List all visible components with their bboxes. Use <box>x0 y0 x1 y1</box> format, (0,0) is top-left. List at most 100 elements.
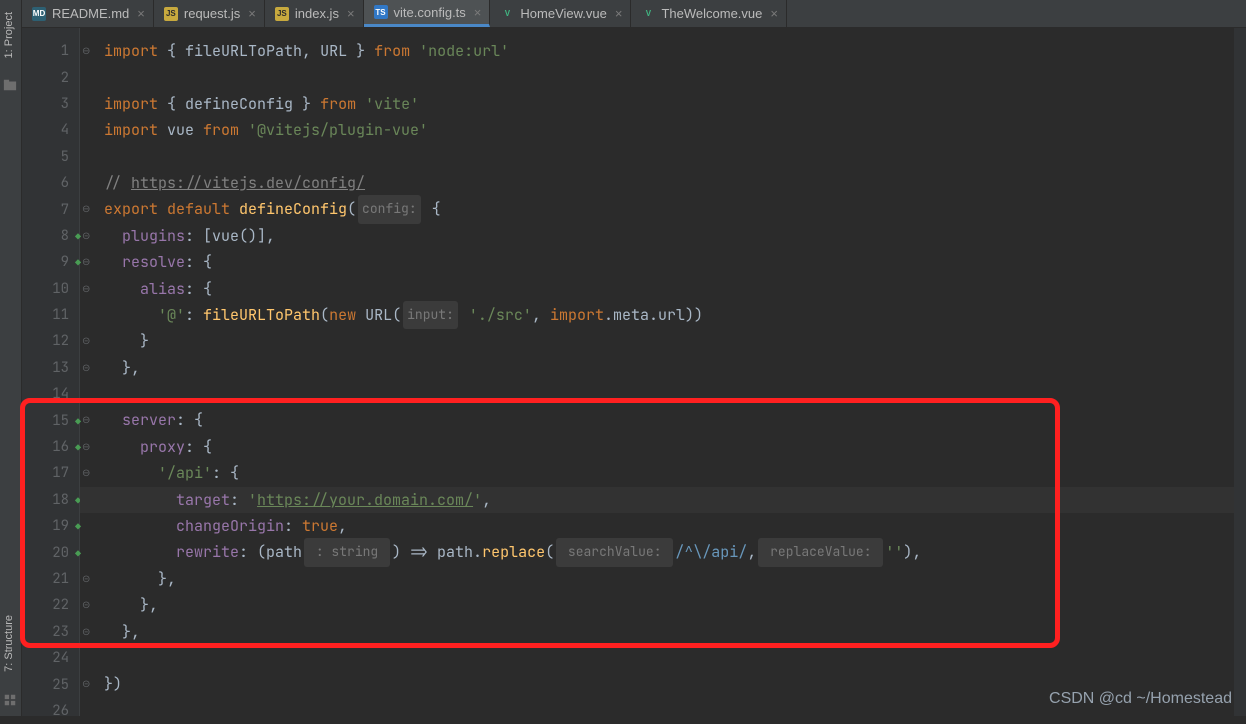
tab-label: TheWelcome.vue <box>661 6 762 21</box>
line-number: 20◆ <box>22 539 79 565</box>
code-line: ⊖ proxy: { <box>80 434 1246 460</box>
line-number: 18◆ <box>22 487 79 513</box>
code-editor[interactable]: 12345678◆9◆101112131415◆16◆1718◆19◆20◆21… <box>22 28 1246 716</box>
inlay-hint: searchValue: <box>556 538 673 566</box>
ts-icon: TS <box>374 5 388 19</box>
scrollbar[interactable] <box>1234 28 1246 716</box>
code-line <box>80 645 1246 671</box>
line-number: 23 <box>22 619 79 645</box>
code-line: target: 'https://your.domain.com/', <box>80 487 1246 513</box>
fold-icon[interactable]: ⊖ <box>82 434 90 460</box>
inlay-hint: input: <box>403 301 458 329</box>
fold-icon[interactable]: ⊝ <box>82 619 90 645</box>
code-line: ⊝ }, <box>80 592 1246 618</box>
code-line: ⊖ server: { <box>80 407 1246 433</box>
close-icon[interactable]: × <box>347 6 355 21</box>
markdown-icon: MD <box>32 7 46 21</box>
tab-label: HomeView.vue <box>520 6 606 21</box>
vue-icon: V <box>500 7 514 21</box>
close-icon[interactable]: × <box>770 6 778 21</box>
close-icon[interactable]: × <box>615 6 623 21</box>
fold-icon[interactable]: ⊝ <box>82 566 90 592</box>
close-icon[interactable]: × <box>248 6 256 21</box>
fold-icon[interactable]: ⊖ <box>82 249 90 275</box>
editor-tab-bar: MD README.md × JS request.js × JS index.… <box>22 0 1246 28</box>
line-number: 1 <box>22 38 79 64</box>
watermark: CSDN @cd ~/Homestead <box>1049 690 1232 708</box>
vue-icon: V <box>641 7 655 21</box>
tab-label: README.md <box>52 6 129 21</box>
js-icon: JS <box>275 7 289 21</box>
code-line: ⊖import { fileURLToPath, URL } from 'nod… <box>80 38 1246 64</box>
js-icon: JS <box>164 7 178 21</box>
code-line: ⊖ alias: { <box>80 276 1246 302</box>
fold-icon[interactable]: ⊝ <box>82 671 90 697</box>
code-line: ⊝ }, <box>80 566 1246 592</box>
line-number: 3 <box>22 91 79 117</box>
line-number: 16◆ <box>22 434 79 460</box>
inlay-hint: replaceValue: <box>758 538 883 566</box>
tab-label: index.js <box>295 6 339 21</box>
code-line: // https://vitejs.dev/config/ <box>80 170 1246 196</box>
code-line: ⊝ }, <box>80 355 1246 381</box>
tab-homeview[interactable]: V HomeView.vue × <box>490 0 631 27</box>
fold-icon[interactable]: ⊝ <box>82 223 90 249</box>
line-number: 10 <box>22 276 79 302</box>
fold-icon[interactable]: ⊖ <box>82 276 90 302</box>
line-number: 2 <box>22 64 79 90</box>
code-line: ⊖ '/api': { <box>80 460 1246 486</box>
fold-icon[interactable]: ⊖ <box>82 407 90 433</box>
line-number: 5 <box>22 144 79 170</box>
line-number: 4 <box>22 117 79 143</box>
line-number: 8◆ <box>22 223 79 249</box>
code-line <box>80 64 1246 90</box>
folder-icon <box>3 78 17 92</box>
tab-thewelcome[interactable]: V TheWelcome.vue × <box>631 0 787 27</box>
fold-icon[interactable]: ⊝ <box>82 328 90 354</box>
line-number: 21 <box>22 566 79 592</box>
line-number: 6 <box>22 170 79 196</box>
code-line: ⊝ }, <box>80 619 1246 645</box>
tab-vite-config[interactable]: TS vite.config.ts × <box>364 0 491 27</box>
code-area[interactable]: ⊖import { fileURLToPath, URL } from 'nod… <box>80 28 1246 716</box>
line-number: 7 <box>22 196 79 222</box>
code-line: ⊝ plugins: [vue()], <box>80 223 1246 249</box>
close-icon[interactable]: × <box>474 5 482 20</box>
line-number: 9◆ <box>22 249 79 275</box>
code-line: rewrite: (path : string ) => path.replac… <box>80 539 1246 565</box>
fold-icon[interactable]: ⊖ <box>82 38 90 64</box>
code-line: ⊖ resolve: { <box>80 249 1246 275</box>
tab-readme[interactable]: MD README.md × <box>22 0 154 27</box>
code-line: ⊝ } <box>80 328 1246 354</box>
sidebar-project-tool[interactable]: 1: Project <box>3 12 15 58</box>
fold-icon[interactable]: ⊝ <box>82 355 90 381</box>
line-number: 22 <box>22 592 79 618</box>
left-tool-sidebar: 1: Project 7: Structure <box>0 0 22 716</box>
line-number: 26 <box>22 698 79 724</box>
sidebar-structure-tool[interactable]: 7: Structure <box>3 615 15 672</box>
code-line: '@': fileURLToPath(new URL(input: './src… <box>80 302 1246 328</box>
tab-index-js[interactable]: JS index.js × <box>265 0 364 27</box>
line-number: 24 <box>22 645 79 671</box>
line-number-gutter: 12345678◆9◆101112131415◆16◆1718◆19◆20◆21… <box>22 28 80 716</box>
fold-icon[interactable]: ⊝ <box>82 592 90 618</box>
code-line <box>80 381 1246 407</box>
line-number: 14 <box>22 381 79 407</box>
line-number: 25 <box>22 671 79 697</box>
line-number: 19◆ <box>22 513 79 539</box>
tab-request-js[interactable]: JS request.js × <box>154 0 265 27</box>
line-number: 17 <box>22 460 79 486</box>
code-line: import vue from '@vitejs/plugin-vue' <box>80 117 1246 143</box>
close-icon[interactable]: × <box>137 6 145 21</box>
code-line: changeOrigin: true, <box>80 513 1246 539</box>
fold-icon[interactable]: ⊖ <box>82 460 90 486</box>
line-number: 15◆ <box>22 407 79 433</box>
tab-label: vite.config.ts <box>394 5 466 20</box>
tab-label: request.js <box>184 6 240 21</box>
line-number: 13 <box>22 355 79 381</box>
line-number: 12 <box>22 328 79 354</box>
inlay-hint: config: <box>358 195 421 223</box>
inlay-hint: : string <box>304 538 390 566</box>
code-line: ⊖export default defineConfig(config: { <box>80 196 1246 222</box>
fold-icon[interactable]: ⊖ <box>82 196 90 222</box>
